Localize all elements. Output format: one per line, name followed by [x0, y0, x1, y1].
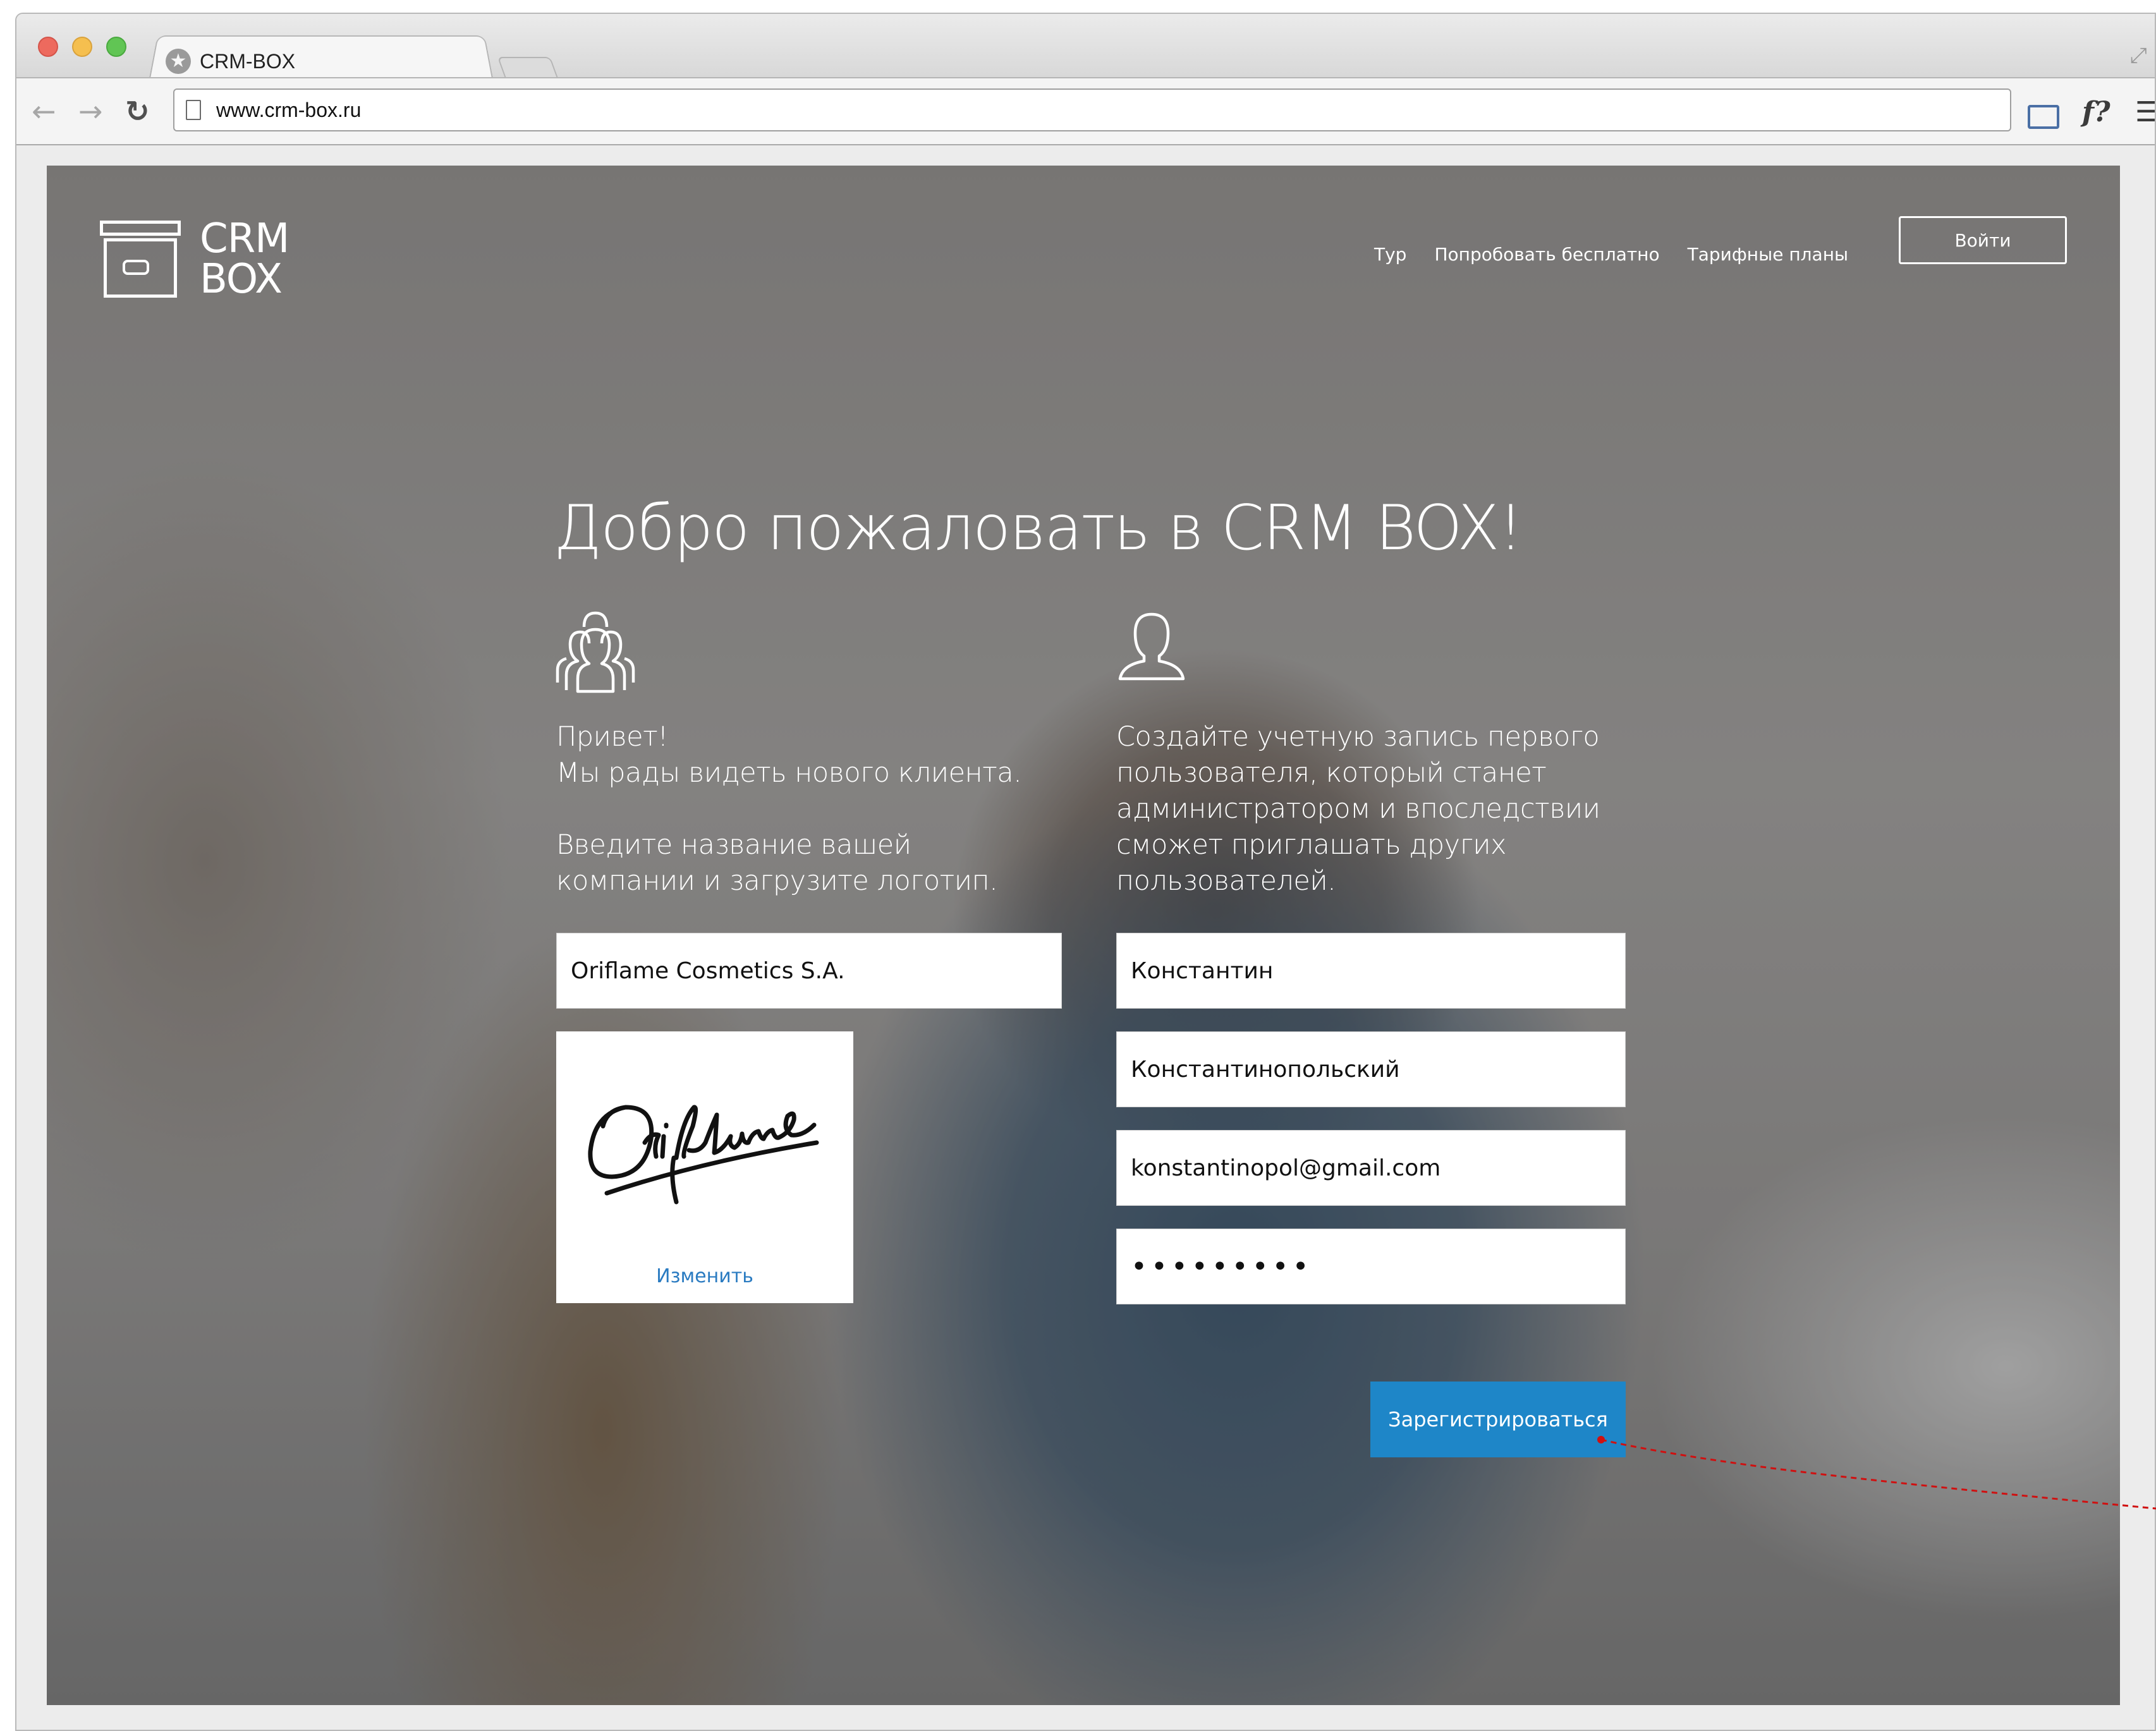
- greeting-line1: Привет!: [556, 721, 668, 753]
- logo-text: CRM BOX: [200, 219, 314, 300]
- oriflame-logo-image: [588, 1105, 819, 1205]
- user-icon: [1118, 612, 1185, 681]
- password-input[interactable]: [1116, 1229, 1626, 1304]
- url-text[interactable]: www.crm-box.ru: [216, 99, 361, 122]
- browser-tab-content: ★ CRM-BOX: [166, 46, 295, 77]
- team-icon: [556, 611, 635, 693]
- browser-toolbar: ← → ↻ www.crm-box.ru f? ☰: [16, 77, 2155, 145]
- menu-icon[interactable]: ☰: [2135, 95, 2155, 130]
- box-logo-icon: [100, 221, 181, 298]
- top-navigation: Тур Попробовать бесплатно Тарифные планы: [1374, 229, 1876, 279]
- last-name-input[interactable]: [1116, 1031, 1626, 1107]
- company-name-input[interactable]: [556, 933, 1062, 1009]
- favicon-icon: ★: [166, 49, 191, 74]
- background-overlay: [47, 166, 2120, 1705]
- logo-text-line2: BOX: [200, 256, 283, 303]
- first-name-input[interactable]: [1116, 933, 1626, 1009]
- user-description-line1: Создайте учетную запись первого: [1116, 721, 1600, 753]
- reload-icon[interactable]: ↻: [125, 94, 150, 129]
- greeting-line2: Мы рады видеть нового клиента.: [556, 757, 1022, 789]
- cast-icon[interactable]: [2028, 105, 2059, 129]
- browser-titlebar: ★ CRM-BOX ⤢: [16, 14, 2155, 82]
- nav-link-pricing[interactable]: Тарифные планы: [1688, 244, 1849, 265]
- user-description-line2: пользователя, который станет: [1116, 757, 1547, 789]
- address-bar[interactable]: www.crm-box.ru: [173, 88, 2011, 131]
- user-description-line5: пользователей.: [1116, 865, 1336, 897]
- instruction-line1: Введите название вашей: [556, 829, 911, 861]
- logo-text-line1: CRM: [200, 216, 289, 262]
- maximize-window-icon[interactable]: [106, 37, 126, 57]
- login-button[interactable]: Войти: [1899, 216, 2067, 264]
- tab-title: CRM-BOX: [200, 49, 296, 73]
- nav-link-try-free[interactable]: Попробовать бесплатно: [1434, 244, 1659, 265]
- page-icon: [186, 100, 201, 120]
- page-title: Добро пожаловать в CRM BOX!: [554, 492, 1523, 564]
- company-logo-upload[interactable]: Изменить: [556, 1031, 853, 1303]
- instruction-line2: компании и загрузите логотип.: [556, 865, 998, 897]
- page-viewport: CRM BOX Тур Попробовать бесплатно Тарифн…: [47, 166, 2120, 1705]
- email-input[interactable]: [1116, 1130, 1626, 1206]
- font-icon[interactable]: f?: [2082, 95, 2110, 130]
- register-button[interactable]: Зарегистрироваться: [1370, 1382, 1626, 1457]
- crm-box-logo[interactable]: CRM BOX: [100, 219, 314, 300]
- fullscreen-icon[interactable]: ⤢: [2130, 43, 2147, 68]
- user-description-line3: администратором и впоследствии: [1116, 793, 1600, 825]
- change-logo-link[interactable]: Изменить: [556, 1265, 853, 1287]
- close-window-icon[interactable]: [38, 37, 58, 57]
- forward-icon[interactable]: →: [78, 94, 103, 129]
- user-description-line4: сможет приглашать других: [1116, 829, 1506, 861]
- nav-link-tour[interactable]: Тур: [1374, 244, 1406, 265]
- back-icon[interactable]: ←: [32, 94, 56, 129]
- company-greeting: Привет! Мы рады видеть нового клиента. В…: [556, 719, 1075, 899]
- user-description: Создайте учетную запись первого пользова…: [1116, 719, 1660, 899]
- minimize-window-icon[interactable]: [72, 37, 92, 57]
